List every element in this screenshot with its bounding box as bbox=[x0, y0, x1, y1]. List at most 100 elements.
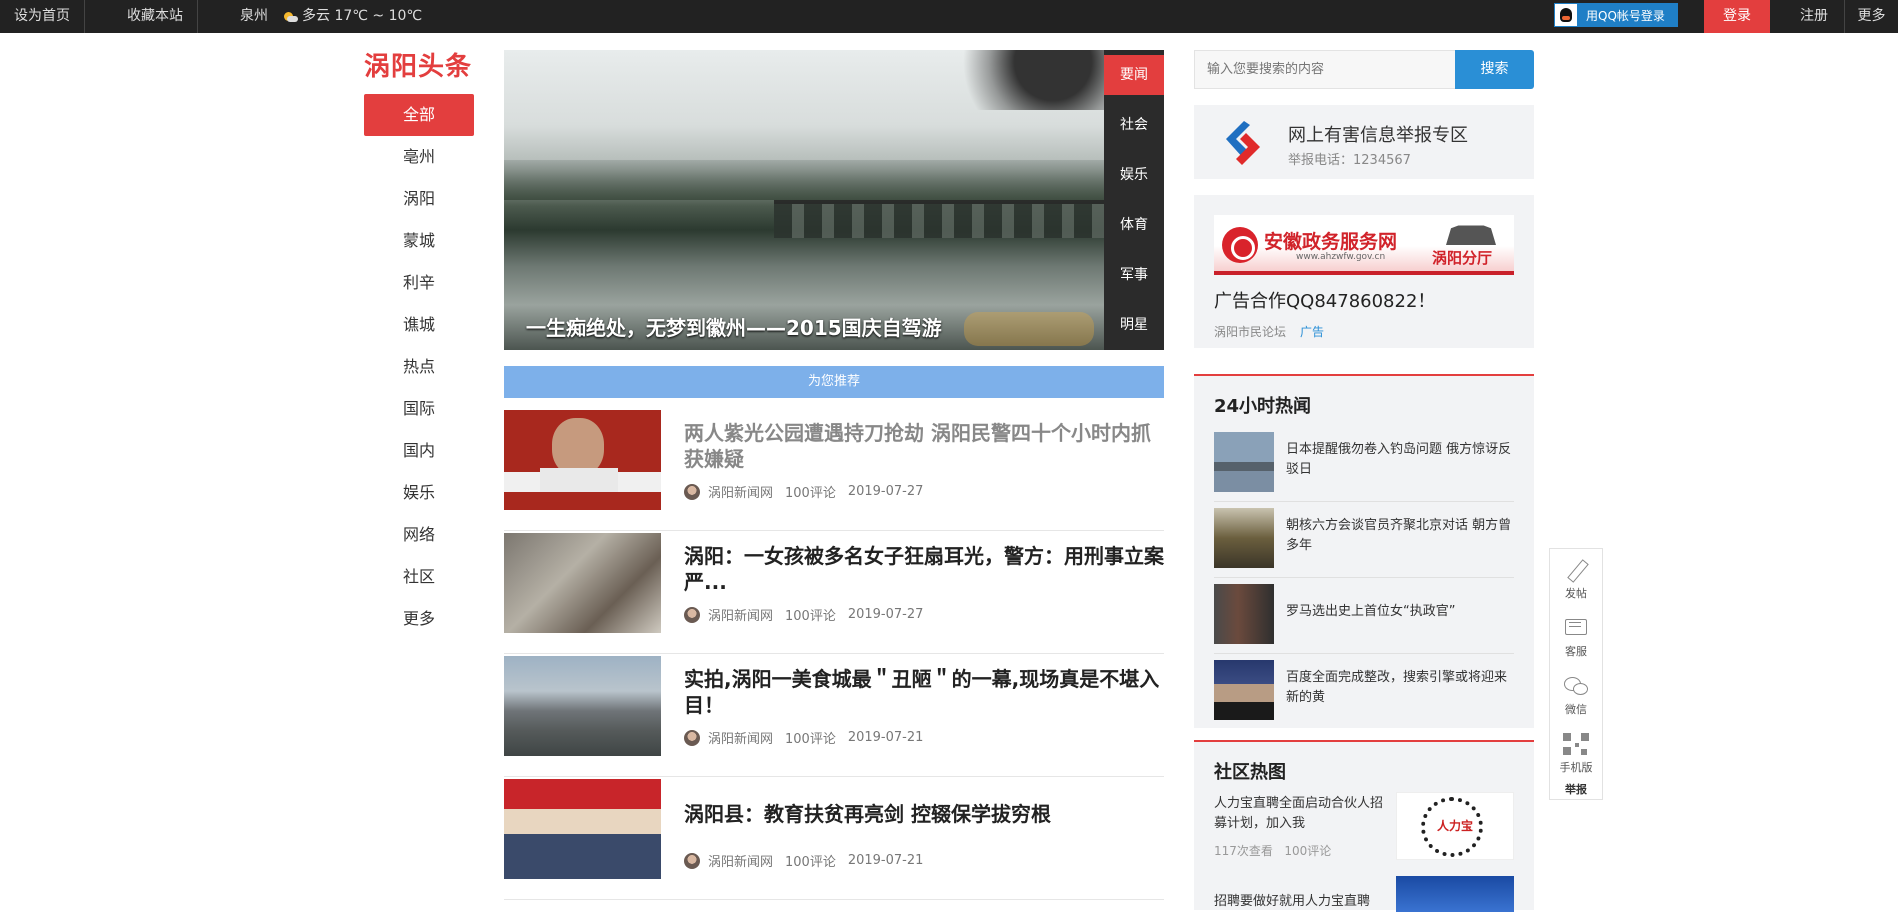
feed-title[interactable]: 涡阳：一女孩被多名女子狂扇耳光，警方：用刑事立案严... bbox=[684, 543, 1164, 595]
mobile-version-button[interactable]: 手机版 bbox=[1550, 733, 1602, 775]
headline-carousel: 一生痴绝处，无梦到徽州——2015国庆自驾游 要闻 社会 娱乐 体育 军事 明星 bbox=[504, 50, 1164, 350]
nav-item-domestic[interactable]: 国内 bbox=[364, 430, 474, 472]
tab-sports[interactable]: 体育 bbox=[1104, 200, 1164, 250]
nav-item-mengcheng[interactable]: 蒙城 bbox=[364, 220, 474, 262]
search-button[interactable]: 搜索 bbox=[1455, 50, 1534, 89]
feed-date: 2019-07-27 bbox=[847, 484, 924, 499]
feed-item[interactable]: 实拍,涡阳一美食城最＂丑陋＂的一幕,现场真是不堪入目！ 涡阳新闻网 100评论 … bbox=[504, 654, 1164, 777]
ad-title[interactable]: 广告合作QQ847860822！ bbox=[1214, 287, 1435, 313]
community-comments: 100评论 bbox=[1284, 844, 1332, 858]
feed-meta: 涡阳新闻网 100评论 2019-07-27 bbox=[684, 605, 923, 624]
tab-military[interactable]: 军事 bbox=[1104, 250, 1164, 300]
report-title[interactable]: 网上有害信息举报专区 bbox=[1288, 121, 1468, 147]
watermark-logo bbox=[964, 312, 1094, 346]
hot-news-item[interactable]: 朝核六方会谈官员齐聚北京对话 朝方曾多年 bbox=[1214, 502, 1514, 578]
tab-top-news[interactable]: 要闻 bbox=[1104, 55, 1164, 95]
report-button[interactable]: 举报 bbox=[1550, 781, 1602, 797]
nav-item-community[interactable]: 社区 bbox=[364, 556, 474, 598]
recommend-bar[interactable]: 为您推荐 bbox=[504, 366, 1164, 398]
feed-thumbnail[interactable] bbox=[504, 533, 661, 633]
news-feed: 两人紫光公园遭遇持刀抢劫 涡阳民警四十个小时内抓获嫌疑 涡阳新闻网 100评论 … bbox=[504, 408, 1164, 900]
bookmark-link[interactable]: 收藏本站 bbox=[113, 0, 197, 33]
hot-news-item[interactable]: 罗马选出史上首位女“执政官” bbox=[1214, 578, 1514, 654]
feed-date: 2019-07-21 bbox=[847, 853, 924, 868]
report-phone: 举报电话：1234567 bbox=[1288, 153, 1411, 168]
tab-stars[interactable]: 明星 bbox=[1104, 300, 1164, 350]
weather-text: 多云 17℃ ~ 10℃ bbox=[302, 8, 423, 24]
nav-item-guoyang[interactable]: 涡阳 bbox=[364, 178, 474, 220]
community-item-text[interactable]: 招聘要做好就用人力宝直聘 bbox=[1214, 890, 1386, 909]
customer-service-button[interactable]: 客服 bbox=[1550, 617, 1602, 659]
login-button[interactable]: 登录 bbox=[1704, 0, 1770, 33]
nav-item-more[interactable]: 更多 bbox=[364, 598, 474, 640]
more-link[interactable]: 更多 bbox=[1844, 0, 1898, 33]
hot-news-24h: 24小时热闻 日本提醒俄勿卷入钓岛问题 俄方惊讶反驳日 朝核六方会谈官员齐聚北京… bbox=[1194, 374, 1534, 728]
ad-meta: 涡阳市民论坛 广告 bbox=[1214, 323, 1324, 340]
feed-comments: 100评论 bbox=[785, 855, 836, 870]
feed-item[interactable]: 涡阳县：教育扶贫再亮剑 控辍保学拔穷根 涡阳新闻网 100评论 2019-07-… bbox=[504, 777, 1164, 900]
post-button[interactable]: 发帖 bbox=[1550, 559, 1602, 601]
ad-tag: 广告 bbox=[1300, 325, 1325, 339]
feed-item[interactable]: 两人紫光公园遭遇持刀抢劫 涡阳民警四十个小时内抓获嫌疑 涡阳新闻网 100评论 … bbox=[504, 408, 1164, 531]
carousel-caption[interactable]: 一生痴绝处，无梦到徽州——2015国庆自驾游 bbox=[526, 312, 942, 341]
source-avatar-icon bbox=[684, 483, 700, 500]
nav-item-lixin[interactable]: 利辛 bbox=[364, 262, 474, 304]
weather: 多云 17℃ ~ 10℃ bbox=[268, 0, 436, 33]
community-item-text[interactable]: 人力宝直聘全面启动合伙人招募计划，加入我 bbox=[1214, 794, 1386, 834]
nav-item-international[interactable]: 国际 bbox=[364, 388, 474, 430]
feed-date: 2019-07-27 bbox=[847, 607, 924, 622]
feed-thumbnail[interactable] bbox=[504, 656, 661, 756]
nav-item-bozhou[interactable]: 亳州 bbox=[364, 136, 474, 178]
nav-item-entertainment[interactable]: 娱乐 bbox=[364, 472, 474, 514]
nav-item-hot[interactable]: 热点 bbox=[364, 346, 474, 388]
floating-toolbar: 发帖 客服 微信 手机版 举报 bbox=[1549, 548, 1603, 800]
community-item-meta: 117次查看 100评论 bbox=[1214, 842, 1331, 859]
community-thumbnail[interactable] bbox=[1396, 876, 1514, 912]
wechat-icon bbox=[1563, 675, 1589, 697]
hot-news-thumbnail[interactable] bbox=[1214, 432, 1274, 492]
hot-news-text[interactable]: 朝核六方会谈官员齐聚北京对话 朝方曾多年 bbox=[1286, 516, 1514, 556]
feed-meta: 涡阳新闻网 100评论 2019-07-27 bbox=[684, 482, 923, 501]
hot-news-item[interactable]: 日本提醒俄勿卷入钓岛问题 俄方惊讶反驳日 bbox=[1214, 426, 1514, 502]
ad-box: 安徽政务服务网 www.ahzwfw.gov.cn 涡阳分厅 广告合作QQ847… bbox=[1194, 195, 1534, 348]
feed-thumbnail[interactable] bbox=[504, 779, 661, 879]
ad-banner[interactable]: 安徽政务服务网 www.ahzwfw.gov.cn 涡阳分厅 bbox=[1214, 215, 1514, 275]
feed-item[interactable]: 涡阳：一女孩被多名女子狂扇耳光，警方：用刑事立案严... 涡阳新闻网 100评论… bbox=[504, 531, 1164, 654]
hot-news-text[interactable]: 日本提醒俄勿卷入钓岛问题 俄方惊讶反驳日 bbox=[1286, 440, 1514, 480]
register-link[interactable]: 注册 bbox=[1784, 0, 1844, 33]
hot-news-thumbnail[interactable] bbox=[1214, 660, 1274, 720]
carousel-slide[interactable]: 一生痴绝处，无梦到徽州——2015国庆自驾游 bbox=[504, 50, 1104, 350]
feed-comments: 100评论 bbox=[785, 732, 836, 747]
nav-item-network[interactable]: 网络 bbox=[364, 514, 474, 556]
tab-society[interactable]: 社会 bbox=[1104, 100, 1164, 150]
nav-item-all[interactable]: 全部 bbox=[364, 94, 474, 136]
site-logo[interactable]: 涡阳头条 bbox=[364, 46, 472, 83]
nav-item-qiaocheng[interactable]: 谯城 bbox=[364, 304, 474, 346]
harmful-info-report[interactable]: 网上有害信息举报专区 举报电话：1234567 bbox=[1194, 105, 1534, 179]
feed-source: 涡阳新闻网 bbox=[708, 486, 774, 501]
ad-source: 涡阳市民论坛 bbox=[1214, 325, 1287, 339]
ad-banner-branch: 涡阳分厅 bbox=[1432, 249, 1493, 267]
tab-entertainment[interactable]: 娱乐 bbox=[1104, 150, 1164, 200]
hot-news-text[interactable]: 百度全面完成整改，搜索引擎或将迎来新的黄 bbox=[1286, 668, 1514, 708]
hot-news-thumbnail[interactable] bbox=[1214, 584, 1274, 644]
community-thumbnail[interactable]: 人力宝 bbox=[1396, 792, 1514, 860]
feed-date: 2019-07-21 bbox=[847, 730, 924, 745]
chat-bubble-icon bbox=[1563, 617, 1589, 639]
feed-title[interactable]: 涡阳县：教育扶贫再亮剑 控辍保学拔穷根 bbox=[684, 801, 1164, 827]
hot-news-thumbnail[interactable] bbox=[1214, 508, 1274, 568]
feed-comments: 100评论 bbox=[785, 609, 836, 624]
feed-thumbnail[interactable] bbox=[504, 410, 661, 510]
hot-news-item[interactable]: 百度全面完成整改，搜索引擎或将迎来新的黄 bbox=[1214, 654, 1514, 730]
hot-news-text[interactable]: 罗马选出史上首位女“执政官” bbox=[1286, 602, 1514, 622]
qq-login-button[interactable]: 用QQ帐号登录 bbox=[1554, 3, 1678, 27]
feed-title[interactable]: 两人紫光公园遭遇持刀抢劫 涡阳民警四十个小时内抓获嫌疑 bbox=[684, 420, 1164, 472]
partly-cloudy-icon bbox=[282, 11, 298, 23]
set-home-link[interactable]: 设为首页 bbox=[0, 0, 84, 33]
search-input[interactable] bbox=[1194, 50, 1456, 89]
wechat-button[interactable]: 微信 bbox=[1550, 675, 1602, 717]
stone-bridge-image bbox=[774, 200, 1104, 238]
feed-title[interactable]: 实拍,涡阳一美食城最＂丑陋＂的一幕,现场真是不堪入目！ bbox=[684, 666, 1164, 718]
wechat-label: 微信 bbox=[1565, 703, 1587, 716]
post-label: 发帖 bbox=[1565, 587, 1587, 600]
